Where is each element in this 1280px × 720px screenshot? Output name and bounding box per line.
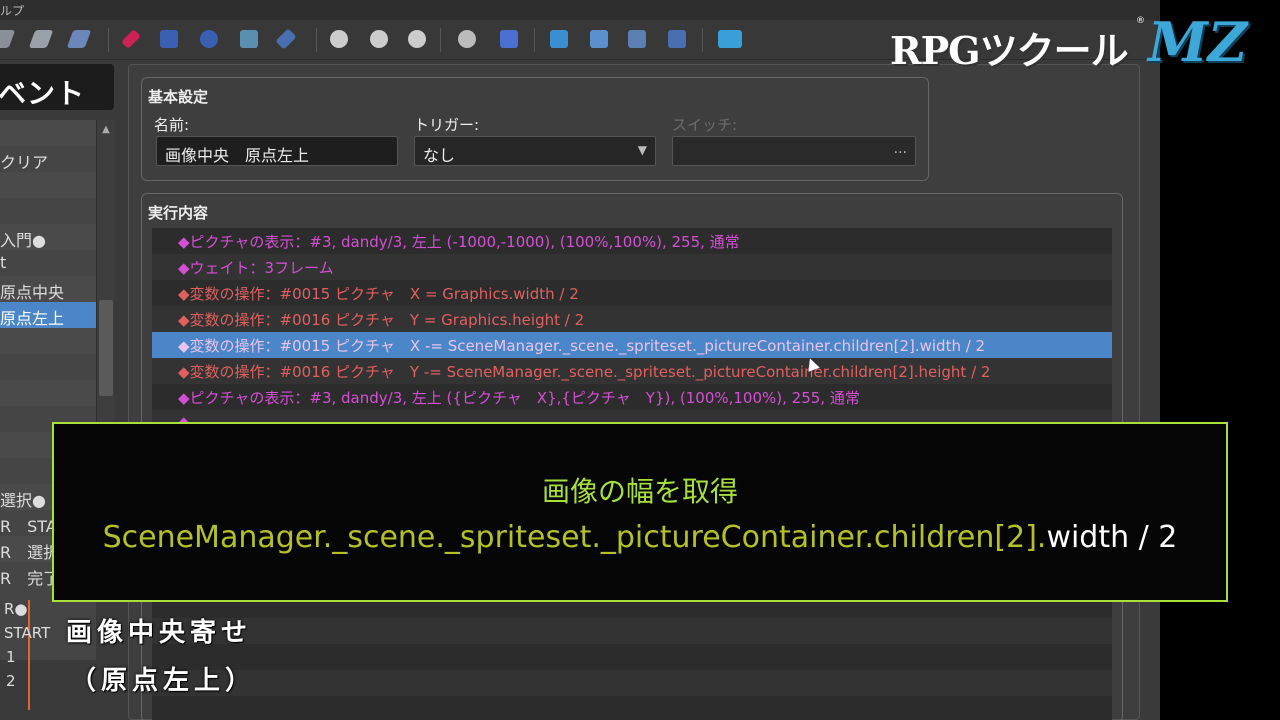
image-icon[interactable] <box>590 30 608 48</box>
event-list-item[interactable] <box>0 120 96 146</box>
ellipse-icon[interactable] <box>200 30 218 48</box>
zoom-out-icon[interactable] <box>370 30 388 48</box>
explanation-overlay: 画像の幅を取得 SceneManager._scene._spriteset._… <box>52 422 1228 602</box>
folder-icon[interactable] <box>628 30 646 48</box>
zoom-reset-icon[interactable] <box>408 30 426 48</box>
command-row[interactable]: ◆変数の操作：#0015 ピクチャ X = Graphics.width / 2 <box>152 280 1112 306</box>
code-plain: width / 2 <box>1046 520 1178 555</box>
event-list-item[interactable] <box>0 328 96 354</box>
command-row[interactable]: ◆変数の操作：#0015 ピクチャ X -= SceneManager._sce… <box>152 332 1112 358</box>
rpg-maker-mz-logo: RPGツクール ® MZ <box>890 8 1280 74</box>
switch-label: スイッチ: <box>672 116 738 134</box>
event-list-item[interactable]: 入門● <box>0 224 96 250</box>
zoom-in-icon[interactable] <box>330 30 348 48</box>
caption-line-2: （原点左上） <box>70 666 257 696</box>
page-list: R● START 1 2 <box>0 600 50 710</box>
overlay-title: 画像の幅を取得 <box>541 475 738 508</box>
command-row[interactable]: ◆変数の操作：#0016 ピクチャ Y = Graphics.height / … <box>152 306 1112 332</box>
playtest-icon[interactable] <box>718 30 742 48</box>
toolbar-separator <box>108 28 109 52</box>
event-editor: 基本設定 名前: 画像中央 原点左上 トリガー: なし ▼ スイッチ: ... … <box>128 64 1140 720</box>
trigger-select[interactable]: なし ▼ <box>414 136 656 166</box>
event-list-item[interactable] <box>0 198 96 224</box>
command-row[interactable]: ◆ピクチャの表示：#3, dandy/3, 左上 ({ピクチャ X},{ピクチャ… <box>152 384 1112 410</box>
code-highlight: SceneManager._scene._spriteset._pictureC… <box>102 520 1047 555</box>
toolbar-separator <box>702 28 703 52</box>
layer-icon[interactable] <box>66 30 92 48</box>
event-list-item[interactable] <box>0 354 96 380</box>
chevron-down-icon: ▼ <box>637 143 647 157</box>
contents-title: 実行内容 <box>148 204 209 222</box>
registered-mark: ® <box>1136 16 1145 26</box>
pencil-icon[interactable] <box>121 29 141 49</box>
toolbar-separator <box>440 28 441 52</box>
name-label: 名前: <box>154 116 190 134</box>
event-list-item[interactable] <box>0 380 96 406</box>
caption-line-1: 画像中央寄せ <box>66 618 253 648</box>
command-row-empty[interactable] <box>152 670 1112 696</box>
basic-settings-group: 基本設定 名前: 画像中央 原点左上 トリガー: なし ▼ スイッチ: ... <box>141 77 929 181</box>
command-row-empty[interactable] <box>152 644 1112 670</box>
command-row[interactable]: ◆ウェイト：3フレーム <box>152 254 1112 280</box>
overlay-code: SceneManager._scene._spriteset._pictureC… <box>54 520 1226 555</box>
command-row-empty[interactable] <box>152 618 1112 644</box>
gear-icon[interactable] <box>458 30 476 48</box>
trigger-label: トリガー: <box>414 116 480 134</box>
sound-icon[interactable] <box>550 30 568 48</box>
switch-field: ... <box>672 136 916 166</box>
event-list-item[interactable] <box>0 172 96 198</box>
event-list-item[interactable]: クリア <box>0 146 96 172</box>
scroll-up-arrow-icon[interactable]: ▲ <box>97 124 115 138</box>
page-list-item[interactable]: 2 <box>6 672 36 696</box>
basic-settings-title: 基本設定 <box>148 88 209 106</box>
command-row-empty[interactable] <box>152 696 1112 720</box>
logo-mz: MZ <box>1148 10 1248 74</box>
page-list-item[interactable]: 1 <box>6 648 36 672</box>
menu-help[interactable]: ルプ <box>0 2 24 19</box>
page-list-item[interactable]: START <box>4 624 50 648</box>
event-list-item[interactable]: t <box>0 250 96 276</box>
layer-icon[interactable] <box>0 30 16 48</box>
layer-icon[interactable] <box>28 30 54 48</box>
package-icon[interactable] <box>668 30 686 48</box>
page-list-item[interactable]: R● <box>4 600 34 624</box>
plugin-icon[interactable] <box>500 30 518 48</box>
scroll-thumb[interactable] <box>99 300 113 396</box>
event-list-header: ベント <box>0 64 114 110</box>
shadow-pen-icon[interactable] <box>275 28 297 50</box>
fill-icon[interactable] <box>240 30 258 48</box>
command-row[interactable]: ◆変数の操作：#0016 ピクチャ Y -= SceneManager._sce… <box>152 358 1112 384</box>
command-row[interactable]: ◆ピクチャの表示：#3, dandy/3, 左上 (-1000,-1000), … <box>152 228 1112 254</box>
trigger-value: なし <box>423 146 456 165</box>
rectangle-icon[interactable] <box>160 30 178 48</box>
ellipsis-icon: ... <box>893 141 907 157</box>
toolbar-separator <box>534 28 535 52</box>
event-list-item[interactable]: 原点左上 <box>0 302 96 328</box>
logo-text: RPGツクール <box>890 28 1129 73</box>
name-field[interactable]: 画像中央 原点左上 <box>156 136 398 166</box>
event-list-item[interactable]: 原点中央 <box>0 276 96 302</box>
toolbar-separator <box>316 28 317 52</box>
